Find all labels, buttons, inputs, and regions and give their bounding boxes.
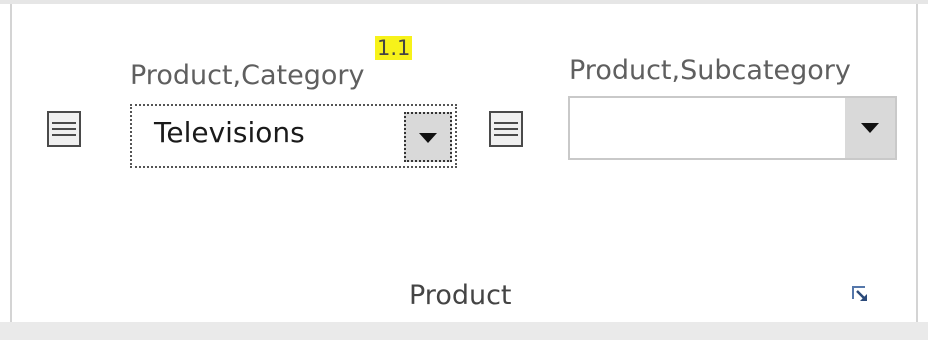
category-list-handle-icon[interactable] (47, 111, 81, 147)
keytip-badge: 1.1 (375, 36, 413, 60)
subcategory-combobox[interactable] (568, 96, 897, 160)
subcategory-label: Product,Subcategory (569, 55, 851, 86)
subcategory-dropdown-button[interactable] (845, 98, 895, 158)
ribbon-bottom-edge (0, 322, 928, 340)
category-label: Product,Category (130, 60, 365, 91)
subcategory-list-handle-icon[interactable] (489, 111, 523, 147)
group-left-border (10, 4, 12, 322)
category-combobox[interactable]: Televisions (130, 104, 457, 168)
chevron-down-icon (419, 133, 437, 143)
group-right-border (916, 4, 918, 322)
category-selected-value: Televisions (154, 116, 305, 149)
ribbon-top-edge (0, 0, 928, 4)
chevron-down-icon (861, 123, 879, 133)
ribbon-group-product: Product,Category 1.1 Televisions Product… (0, 0, 928, 340)
category-dropdown-button[interactable] (404, 112, 452, 162)
dialog-launcher-icon[interactable] (851, 285, 869, 303)
group-title: Product (409, 280, 512, 311)
